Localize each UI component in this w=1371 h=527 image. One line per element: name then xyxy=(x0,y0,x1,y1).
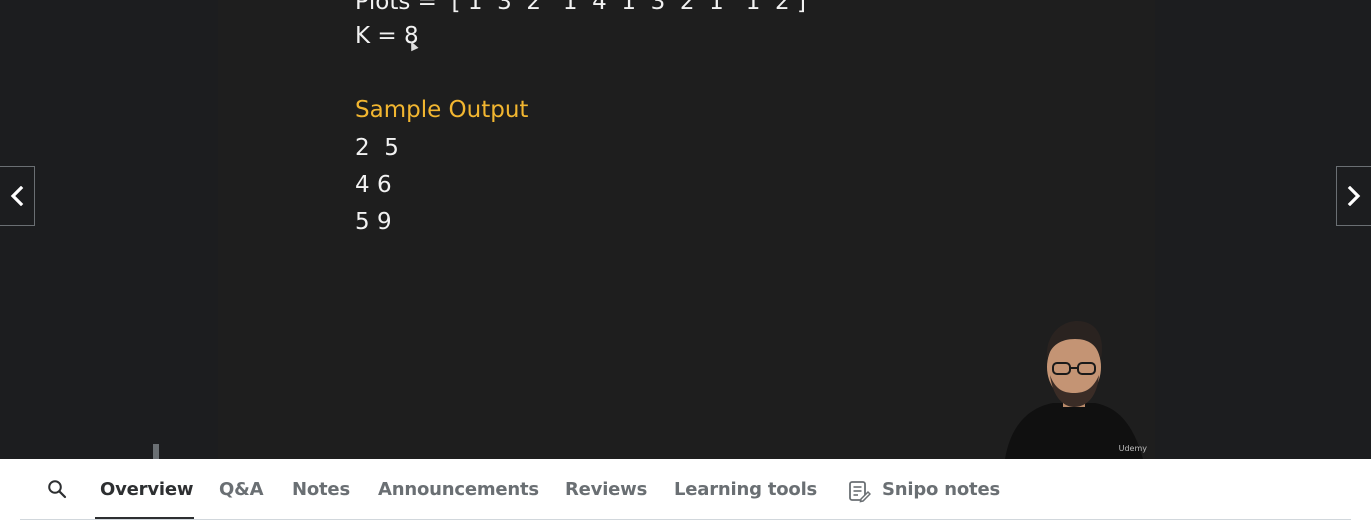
tab-bar-divider xyxy=(20,519,1351,520)
previous-lecture-button[interactable] xyxy=(0,166,35,226)
tab-overview[interactable]: Overview xyxy=(100,479,193,500)
video-player[interactable]: Plots = [ 1 3 2 1 4 1 3 2 1 1 2 ] K = 8 … xyxy=(0,0,1371,459)
tab-snipo-notes[interactable]: Snipo notes xyxy=(882,479,1000,500)
progress-scrub-handle[interactable] xyxy=(153,444,159,459)
tab-qa[interactable]: Q&A xyxy=(219,479,264,500)
search-button[interactable] xyxy=(44,476,70,502)
search-icon xyxy=(48,480,67,499)
output-line-3: 5 9 xyxy=(355,209,392,235)
tab-announcements[interactable]: Announcements xyxy=(378,479,539,500)
chevron-left-icon xyxy=(10,186,24,206)
udemy-watermark: Udemy xyxy=(1118,444,1147,453)
tab-learning-tools[interactable]: Learning tools xyxy=(674,479,817,500)
next-lecture-button[interactable] xyxy=(1336,166,1371,226)
output-line-2: 4 6 xyxy=(355,172,392,198)
tab-reviews[interactable]: Reviews xyxy=(565,479,647,500)
tab-notes[interactable]: Notes xyxy=(292,479,350,500)
plots-line: Plots = [ 1 3 2 1 4 1 3 2 1 1 2 ] xyxy=(355,0,806,15)
notes-icon xyxy=(847,479,872,507)
course-tabs-bar: Overview Q&A Notes Announcements Reviews… xyxy=(0,459,1371,527)
instructor-webcam: Udemy xyxy=(993,315,1155,459)
output-line-1: 2 5 xyxy=(355,135,399,161)
chevron-right-icon xyxy=(1347,186,1361,206)
instructor-avatar xyxy=(1005,321,1143,459)
sample-output-heading: Sample Output xyxy=(355,97,529,123)
